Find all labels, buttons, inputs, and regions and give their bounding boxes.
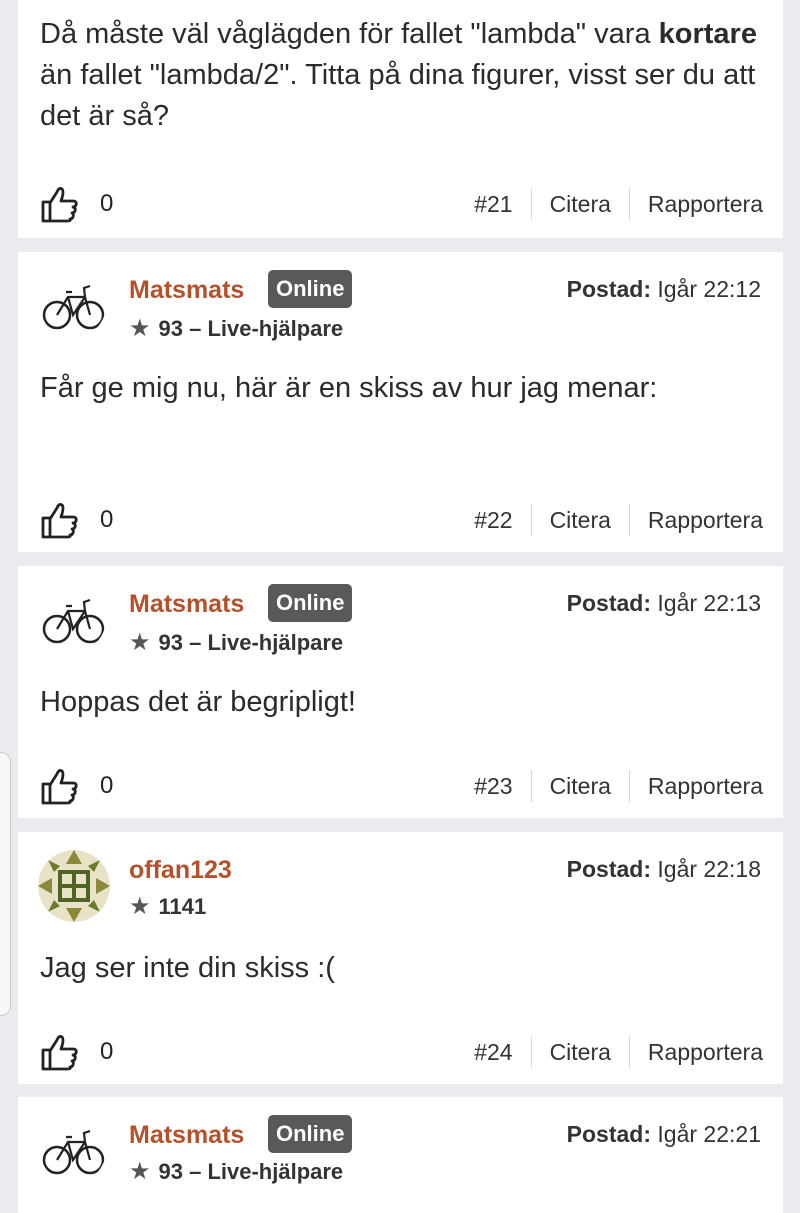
post-body: Får ge mig nu, här är en skiss av hur ja… [40, 372, 658, 404]
avatar[interactable] [40, 272, 106, 338]
user-rank: ★ 93 – Live-hjälpare [129, 315, 344, 342]
username-link[interactable]: Matsmats [129, 1121, 244, 1150]
thumbs-up-icon[interactable] [40, 500, 80, 540]
pattern-avatar-icon [38, 850, 110, 922]
post-timestamp: Postad: Igår 22:13 [566, 590, 761, 616]
post-footer: 0 #22 Citera Rapportera [18, 500, 783, 540]
post-timestamp: Postad: Igår 22:18 [566, 856, 761, 882]
username-link[interactable]: Matsmats [129, 276, 244, 305]
post-footer: 0 #21 Citera Rapportera [18, 184, 783, 224]
post-number-link[interactable]: #21 [474, 191, 530, 218]
post-number-link[interactable]: #24 [474, 1039, 530, 1066]
quote-button[interactable]: Citera [532, 507, 629, 534]
post-card: Matsmats Online ★ 93 – Live-hjälpare Post… [18, 1097, 783, 1213]
post-card: Matsmats Online ★ 93 – Live-hjälpare Post… [18, 252, 783, 552]
post-body: Då måste väl våglägden för fallet "lambd… [40, 18, 757, 132]
online-badge: Online [268, 584, 353, 622]
user-rank: ★ 1141 [129, 893, 207, 920]
user-rank: ★ 93 – Live-hjälpare [129, 1158, 344, 1185]
quote-button[interactable]: Citera [532, 1039, 629, 1066]
star-icon: ★ [129, 629, 151, 656]
post-timestamp: Postad: Igår 22:21 [566, 1121, 761, 1147]
avatar[interactable] [40, 1117, 106, 1183]
thumbs-up-icon[interactable] [40, 1032, 80, 1072]
user-rank: ★ 93 – Live-hjälpare [129, 629, 344, 656]
post-body: Hoppas det är begripligt! [40, 686, 356, 718]
post-footer: 0 #24 Citera Rapportera [18, 1032, 783, 1072]
post-card: Då måste väl våglägden för fallet "lambd… [18, 0, 783, 238]
side-drawer-handle[interactable] [0, 752, 11, 1016]
post-number-link[interactable]: #22 [474, 507, 530, 534]
post-timestamp: Postad: Igår 22:12 [566, 276, 761, 302]
avatar[interactable] [40, 586, 106, 652]
report-button[interactable]: Rapportera [630, 773, 763, 800]
report-button[interactable]: Rapportera [630, 1039, 763, 1066]
report-button[interactable]: Rapportera [630, 507, 763, 534]
bicycle-icon [42, 598, 105, 644]
avatar[interactable] [38, 850, 110, 922]
username-link[interactable]: Matsmats [129, 590, 244, 619]
post-card: Matsmats Online ★ 93 – Live-hjälpare Post… [18, 566, 783, 818]
post-number-link[interactable]: #23 [474, 773, 530, 800]
thumbs-up-icon[interactable] [40, 184, 80, 224]
bicycle-icon [42, 1129, 105, 1175]
bicycle-icon [42, 284, 105, 330]
thumbs-up-icon[interactable] [40, 766, 80, 806]
like-count: 0 [100, 506, 114, 533]
like-count: 0 [100, 190, 114, 217]
online-badge: Online [268, 1115, 353, 1153]
post-card: offan123 ★ 1141 Postad: Igår 22:18 Jag se… [18, 832, 783, 1084]
report-button[interactable]: Rapportera [630, 191, 763, 218]
star-icon: ★ [129, 1158, 151, 1185]
quote-button[interactable]: Citera [532, 191, 629, 218]
star-icon: ★ [129, 893, 151, 920]
online-badge: Online [268, 270, 353, 308]
like-count: 0 [100, 1038, 114, 1065]
post-body: Jag ser inte din skiss :( [40, 952, 335, 984]
quote-button[interactable]: Citera [532, 773, 629, 800]
post-footer: 0 #23 Citera Rapportera [18, 766, 783, 806]
star-icon: ★ [129, 315, 151, 342]
username-link[interactable]: offan123 [129, 856, 232, 885]
like-count: 0 [100, 772, 114, 799]
